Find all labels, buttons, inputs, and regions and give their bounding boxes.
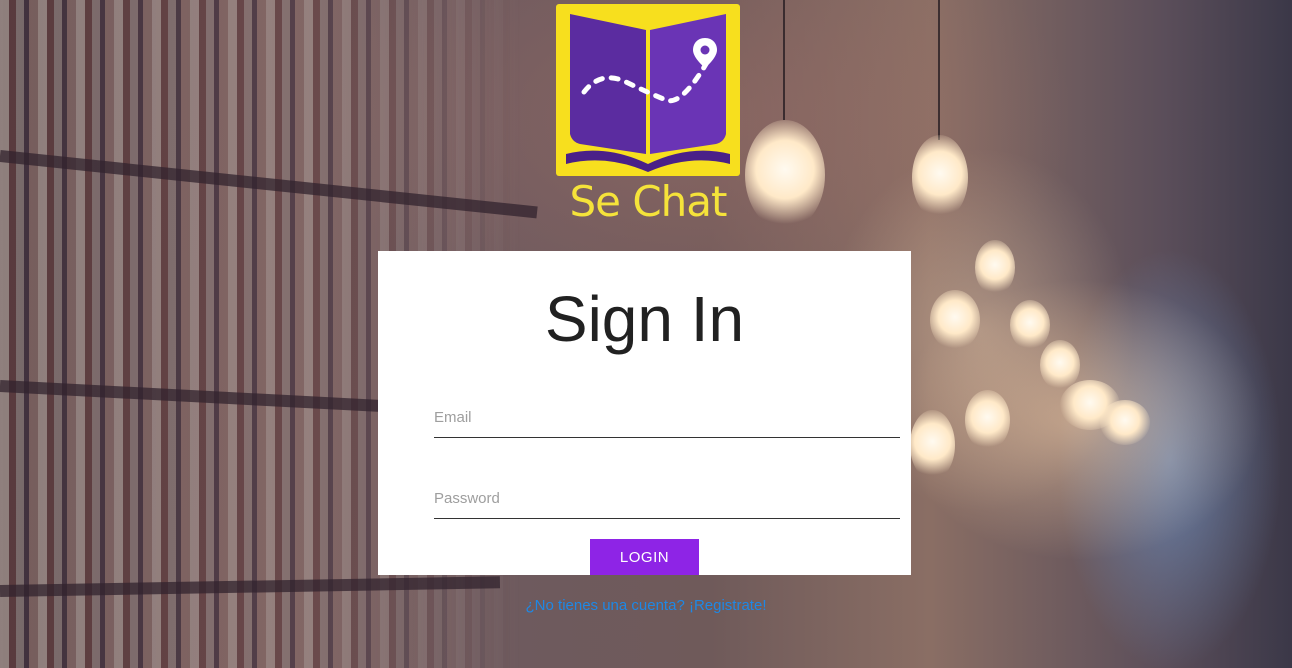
app-logo: Se Chat: [556, 4, 740, 226]
password-input[interactable]: [434, 478, 900, 518]
background-light-bulb: [910, 410, 955, 480]
background-light-bulb: [745, 120, 825, 230]
signin-card: Sign In LOGIN: [378, 251, 911, 575]
background-light-bulb: [1010, 300, 1050, 350]
login-button[interactable]: LOGIN: [590, 539, 699, 575]
background-light-bulb: [965, 390, 1010, 450]
password-field: [434, 478, 900, 519]
background-light-bulb: [930, 290, 980, 350]
email-input[interactable]: [434, 397, 900, 437]
email-field: [434, 397, 900, 438]
open-book-icon: [566, 14, 730, 172]
login-page: Se Chat Sign In LOGIN ¿No tienes una cue…: [0, 0, 1292, 668]
logo-badge: [556, 4, 740, 176]
background-light-bulb: [1100, 400, 1150, 445]
register-link[interactable]: ¿No tienes una cuenta? ¡Registrate!: [0, 597, 1292, 614]
page-title: Sign In: [544, 283, 745, 355]
background-lamp-wire: [783, 0, 785, 120]
logo-wordmark: Se Chat: [569, 177, 727, 226]
background-light-bulb: [975, 240, 1015, 295]
background-lamp-wire: [938, 0, 940, 140]
background-light-bulb: [912, 135, 968, 220]
